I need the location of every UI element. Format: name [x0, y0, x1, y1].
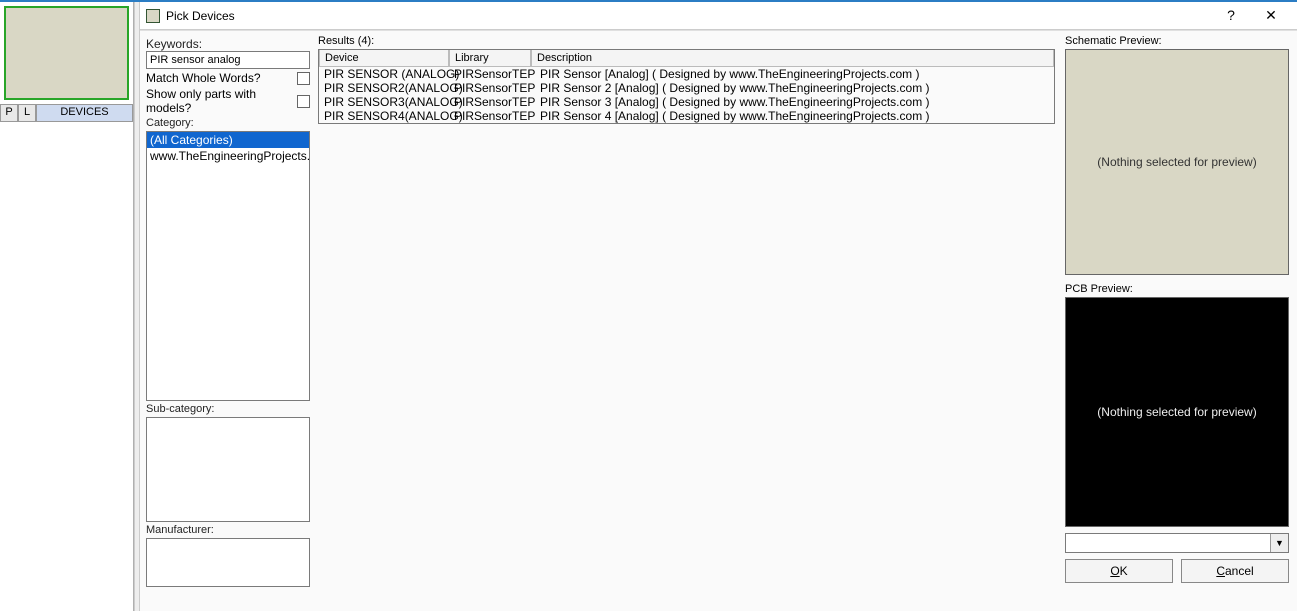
tab-p[interactable]: P [0, 104, 18, 122]
schematic-preview: (Nothing selected for preview) [1065, 49, 1289, 275]
table-row[interactable]: PIR SENSOR2(ANALOG)PIRSensorTEPPIR Senso… [319, 81, 1054, 95]
close-button[interactable]: ✕ [1251, 4, 1291, 28]
col-library[interactable]: Library [449, 50, 531, 67]
table-row[interactable]: PIR SENSOR (ANALOG)PIRSensorTEPPIR Senso… [319, 67, 1054, 81]
subcategory-listbox[interactable] [146, 417, 310, 522]
package-combo[interactable]: ▼ [1065, 533, 1289, 553]
show-only-label: Show only parts with models? [146, 87, 297, 115]
tab-devices[interactable]: DEVICES [36, 104, 133, 122]
manufacturer-listbox[interactable] [146, 538, 310, 587]
device-list-panel [0, 122, 133, 611]
category-listbox[interactable]: (All Categories) www.TheEngineeringProje… [146, 131, 310, 401]
help-button[interactable]: ? [1211, 4, 1251, 28]
pcb-preview: (Nothing selected for preview) [1065, 297, 1289, 527]
chevron-down-icon[interactable]: ▼ [1270, 534, 1288, 552]
table-row[interactable]: PIR SENSOR4(ANALOG)PIRSensorTEPPIR Senso… [319, 109, 1054, 123]
table-row[interactable]: PIR SENSOR3(ANALOG)PIRSensorTEPPIR Senso… [319, 95, 1054, 109]
dialog-title: Pick Devices [166, 9, 1211, 23]
results-table[interactable]: Device Library Description PIR SENSOR (A… [318, 49, 1055, 124]
list-item[interactable]: (All Categories) [147, 132, 309, 148]
match-whole-checkbox[interactable] [297, 72, 310, 85]
manufacturer-label: Manufacturer: [146, 524, 310, 536]
show-only-checkbox[interactable] [297, 95, 310, 108]
dialog-icon [146, 9, 160, 23]
left-preview-thumb [4, 6, 129, 100]
schematic-preview-label: Schematic Preview: [1065, 35, 1289, 47]
keywords-input[interactable] [146, 51, 310, 69]
keywords-label: Keywords: [146, 37, 310, 51]
results-header: Results (4): [318, 35, 1055, 47]
col-description[interactable]: Description [531, 50, 1054, 67]
ok-button[interactable]: OK [1065, 559, 1173, 583]
subcategory-label: Sub-category: [146, 403, 310, 415]
list-item[interactable]: www.TheEngineeringProjects.co [147, 148, 309, 164]
tab-l[interactable]: L [18, 104, 36, 122]
cancel-button[interactable]: Cancel [1181, 559, 1289, 583]
pcb-preview-label: PCB Preview: [1065, 283, 1289, 295]
match-whole-label: Match Whole Words? [146, 71, 297, 85]
col-device[interactable]: Device [319, 50, 449, 67]
category-label: Category: [146, 117, 310, 129]
